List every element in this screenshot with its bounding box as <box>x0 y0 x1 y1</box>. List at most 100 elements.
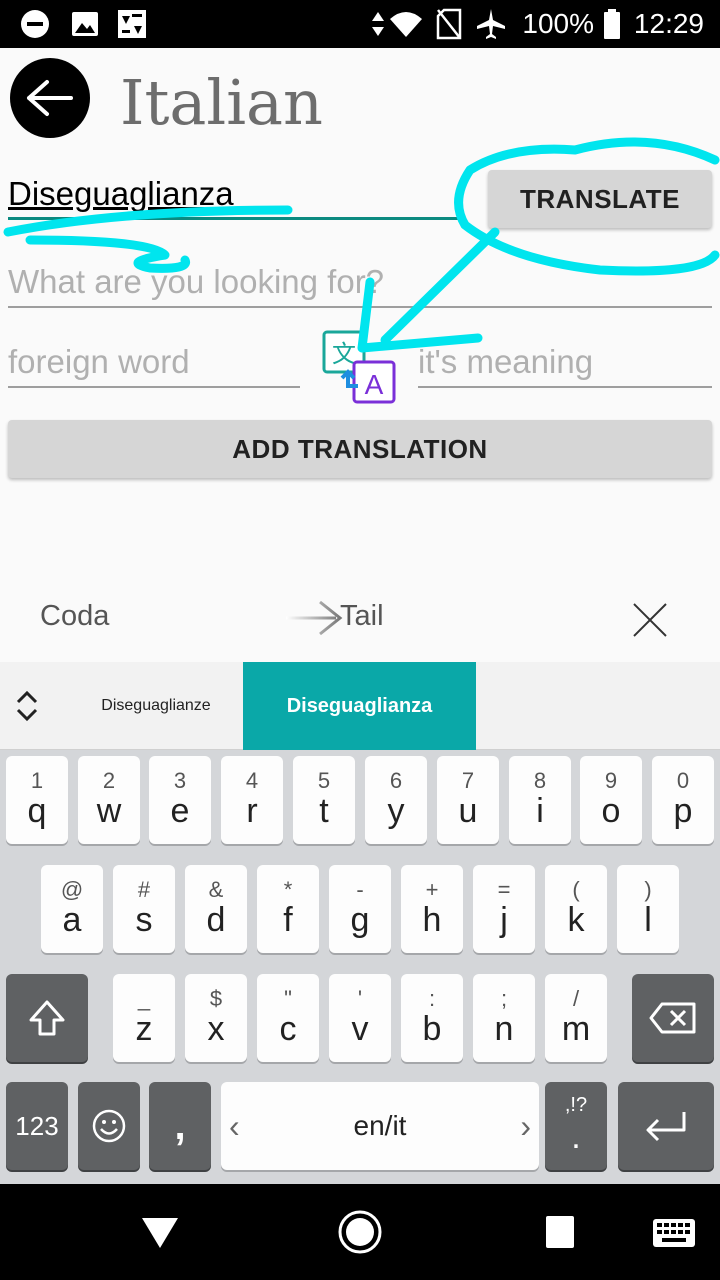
key-v[interactable]: ' v <box>329 974 391 1062</box>
keyboard-suggestion[interactable]: Diseguaglianze <box>70 662 242 750</box>
key-t[interactable]: 5t <box>293 756 355 844</box>
period-key-label: . <box>571 1118 581 1156</box>
key-s[interactable]: # s <box>113 865 175 953</box>
suggestion-source-word: Coda <box>40 600 110 632</box>
keyboard-switch-icon[interactable] <box>652 1218 696 1248</box>
key-label: b <box>422 1010 442 1048</box>
key-o[interactable]: 9o <box>580 756 642 844</box>
close-icon[interactable] <box>630 600 670 640</box>
key-z[interactable]: _ z <box>113 974 175 1062</box>
meaning-input[interactable]: it's meaning <box>418 338 712 388</box>
key-hint: 9 <box>604 768 618 793</box>
key-hint: ) <box>644 877 652 902</box>
key-label: t <box>319 792 329 830</box>
home-nav-icon[interactable] <box>336 1208 384 1256</box>
google-translate-icon[interactable]: 文 A <box>322 330 398 406</box>
key-r[interactable]: 4r <box>221 756 283 844</box>
expand-icon[interactable] <box>10 686 44 726</box>
key-hint: 4 <box>245 768 259 793</box>
enter-key[interactable] <box>618 1082 714 1170</box>
key-w[interactable]: 2w <box>78 756 140 844</box>
key-hint: - <box>356 877 364 902</box>
key-b[interactable]: :b <box>401 974 463 1062</box>
numbers-key[interactable]: 123 <box>6 1082 68 1170</box>
space-bar-label: en/it <box>353 1110 407 1141</box>
key-g[interactable]: -g <box>329 865 391 953</box>
key-hint: " <box>284 986 292 1011</box>
word-input-value: Diseguaglianza <box>8 174 234 212</box>
page-title: Italian <box>120 66 323 139</box>
space-bar[interactable]: ‹ en/it › <box>221 1082 539 1170</box>
key-label: c <box>279 1010 297 1048</box>
add-translation-button[interactable]: ADD TRANSLATION <box>8 420 712 478</box>
key-hint: # <box>137 877 151 902</box>
shift-icon <box>29 1000 65 1036</box>
chevron-right-icon: › <box>520 1108 531 1144</box>
translate-button[interactable]: TRANSLATE <box>488 170 712 228</box>
key-hint: @ <box>60 877 84 902</box>
key-f[interactable]: * f <box>257 865 319 953</box>
airplane-icon <box>474 0 508 48</box>
word-input[interactable]: Diseguaglianza <box>8 170 460 220</box>
search-placeholder: What are you looking for? <box>8 263 385 300</box>
key-label: n <box>494 1010 514 1048</box>
key-hint: 8 <box>533 768 547 793</box>
key-k[interactable]: (k <box>545 865 607 953</box>
key-l[interactable]: ) l <box>617 865 679 953</box>
key-label: a <box>62 901 82 939</box>
key-x[interactable]: $ x <box>185 974 247 1062</box>
key-d[interactable]: & d <box>185 865 247 953</box>
period-key[interactable]: ,!? . <box>545 1082 607 1170</box>
key-j[interactable]: = j <box>473 865 535 953</box>
svg-text:文: 文 <box>332 340 356 368</box>
key-a[interactable]: @ a <box>41 865 103 953</box>
enter-icon <box>646 1112 686 1142</box>
key-label: g <box>350 901 370 939</box>
key-hint: 7 <box>461 768 475 793</box>
key-h[interactable]: + h <box>401 865 463 953</box>
key-label: q <box>27 792 47 830</box>
status-bar: 100% 12:29 <box>0 0 720 48</box>
key-label: l <box>644 901 652 939</box>
clock: 12:29 <box>633 8 704 39</box>
backspace-icon <box>649 1002 696 1034</box>
key-hint: / <box>572 986 580 1011</box>
battery-icon <box>602 0 622 48</box>
key-c[interactable]: " c <box>257 974 319 1062</box>
key-hint: = <box>497 877 511 902</box>
key-hint: ' <box>357 986 363 1011</box>
foreign-word-placeholder: foreign word <box>8 343 190 380</box>
key-hint: 0 <box>676 768 690 793</box>
back-nav-icon[interactable] <box>138 1212 182 1252</box>
shift-key[interactable] <box>6 974 88 1062</box>
search-input[interactable]: What are you looking for? <box>8 258 712 308</box>
keyboard-suggestion-selected[interactable]: Diseguaglianza <box>243 662 476 750</box>
key-u[interactable]: 7u <box>437 756 499 844</box>
key-hint: 6 <box>389 768 403 793</box>
foreign-word-input[interactable]: foreign word <box>8 338 300 388</box>
key-label: z <box>135 1010 153 1048</box>
comma-key[interactable]: , <box>149 1082 211 1170</box>
key-label: o <box>601 792 621 830</box>
punct-hint: ,!? <box>564 1094 588 1116</box>
meaning-placeholder: it's meaning <box>418 343 594 380</box>
key-label: i <box>536 792 544 830</box>
back-button[interactable] <box>10 58 90 138</box>
key-n[interactable]: ; n <box>473 974 535 1062</box>
key-i[interactable]: 8i <box>509 756 571 844</box>
key-y[interactable]: 6y <box>365 756 427 844</box>
key-m[interactable]: / m <box>545 974 607 1062</box>
numbers-key-label: 123 <box>15 1110 59 1141</box>
key-p[interactable]: 0p <box>652 756 714 844</box>
no-signal-icon <box>436 0 462 48</box>
smiley-icon <box>92 1109 126 1143</box>
recents-nav-icon[interactable] <box>544 1214 576 1250</box>
key-e[interactable]: 3e <box>149 756 211 844</box>
key-label: e <box>170 792 190 830</box>
backspace-key[interactable] <box>632 974 714 1062</box>
key-label: u <box>458 792 478 830</box>
key-hint: 2 <box>102 768 116 793</box>
key-q[interactable]: 1q <box>6 756 68 844</box>
emoji-key[interactable] <box>78 1082 140 1170</box>
key-label: x <box>207 1010 225 1048</box>
